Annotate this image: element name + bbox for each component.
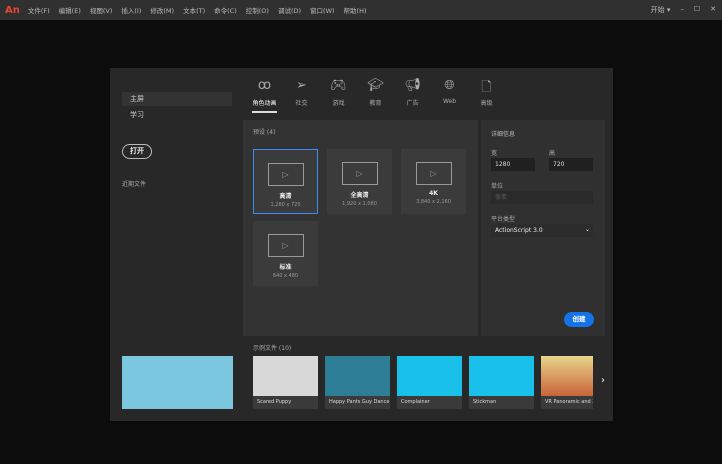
unit-label: 单位 bbox=[491, 183, 504, 190]
height-input[interactable]: 720 bbox=[549, 158, 593, 171]
details-title: 详细信息 bbox=[491, 131, 516, 138]
preset-name: 4K bbox=[429, 190, 438, 197]
presets-panel: 预设 (4) ▷ 高清 1,280 x 720 ▷ 全高清 1,920 x 1,080 … bbox=[243, 120, 478, 336]
menu-window[interactable]: 窗口(W) bbox=[310, 5, 335, 15]
character-icon: ꝏ bbox=[257, 78, 272, 93]
preset-size: 640 x 480 bbox=[272, 273, 299, 279]
graduation-cap-icon: 🎓︎ bbox=[367, 78, 384, 93]
workspace-switcher[interactable]: 开始 ▾ bbox=[651, 5, 671, 15]
tab-character-animation[interactable]: ꝏ 角色动画 bbox=[246, 78, 283, 113]
preset-size: 1,280 x 720 bbox=[270, 202, 301, 208]
close-button[interactable]: ✕ bbox=[710, 5, 716, 15]
height-label: 高 bbox=[549, 150, 556, 157]
create-button[interactable]: 创建 bbox=[564, 312, 594, 327]
menu-commands[interactable]: 命令(C) bbox=[214, 5, 237, 15]
presets-label: 预设 (4) bbox=[253, 129, 276, 136]
sample-item[interactable]: Stickman bbox=[469, 356, 534, 409]
sample-name: VR Panoramic and 360 bbox=[545, 399, 593, 405]
details-panel: 详细信息 宽 1280 高 720 单位 像素 平台类型 ActionScrip… bbox=[481, 120, 605, 336]
sample-thumbnail bbox=[469, 356, 534, 396]
sample-item[interactable]: Scared Puppy bbox=[253, 356, 318, 409]
sample-thumbnail bbox=[325, 356, 390, 396]
play-icon: ▷ bbox=[267, 163, 304, 186]
platform-select[interactable]: ActionScript 3.0 bbox=[491, 224, 593, 237]
tab-ads[interactable]: 📢︎ 广告 bbox=[394, 78, 431, 107]
tab-education[interactable]: 🎓︎ 教育 bbox=[357, 78, 394, 107]
menu-modify[interactable]: 修改(M) bbox=[150, 5, 174, 15]
tab-label: 社交 bbox=[295, 100, 308, 107]
sample-item[interactable]: Happy Pants Guy Dance bbox=[325, 356, 390, 409]
menu-debug[interactable]: 调试(D) bbox=[278, 5, 301, 15]
tab-label: Web bbox=[442, 98, 457, 105]
tab-social[interactable]: ➢ 社交 bbox=[283, 78, 320, 107]
preset-size: 3,840 x 2,160 bbox=[416, 199, 451, 205]
sample-name: Scared Puppy bbox=[257, 399, 292, 405]
document-icon: 🗋 bbox=[481, 80, 492, 95]
menu-edit[interactable]: 编辑(E) bbox=[59, 5, 81, 15]
play-icon: ▷ bbox=[341, 162, 378, 185]
preset-card[interactable]: ▷ 4K 3,840 x 2,160 bbox=[401, 149, 466, 214]
sample-thumbnail bbox=[541, 356, 593, 396]
tab-game[interactable]: 🎮︎ 游戏 bbox=[320, 78, 357, 107]
menu-control[interactable]: 控制(O) bbox=[246, 5, 269, 15]
sample-item[interactable]: VR Panoramic and 360 bbox=[541, 356, 593, 409]
sample-thumbnail bbox=[253, 356, 318, 396]
preset-card[interactable]: ▷ 高清 1,280 x 720 bbox=[253, 149, 318, 214]
sidebar: 主屏 学习 打开 近期文件 bbox=[110, 68, 240, 421]
width-label: 宽 bbox=[491, 150, 498, 157]
maximize-button[interactable]: ☐ bbox=[694, 5, 700, 15]
megaphone-icon: 📢︎ bbox=[404, 78, 421, 93]
preset-name: 高清 bbox=[279, 193, 292, 200]
menu-insert[interactable]: 插入(I) bbox=[121, 5, 141, 15]
menu-bar: An 文件(F) 编辑(E) 视图(V) 插入(I) 修改(M) 文本(T) 命… bbox=[0, 0, 722, 20]
preset-card[interactable]: ▷ 全高清 1,920 x 1,080 bbox=[327, 149, 392, 214]
menu-file[interactable]: 文件(F) bbox=[28, 5, 50, 15]
app-logo: An bbox=[5, 4, 20, 16]
minimize-button[interactable]: – bbox=[680, 5, 684, 15]
play-icon: ▷ bbox=[415, 162, 452, 185]
chevron-down-icon: ⌄ bbox=[585, 226, 591, 233]
globe-icon: 🌐︎ bbox=[444, 78, 455, 93]
open-button[interactable]: 打开 bbox=[122, 144, 152, 159]
preset-name: 标准 bbox=[279, 264, 292, 271]
learn-thumbnail[interactable] bbox=[122, 356, 233, 409]
recent-files-label: 近期文件 bbox=[122, 181, 147, 188]
tab-label: 角色动画 bbox=[252, 100, 277, 113]
tab-label: 游戏 bbox=[332, 100, 345, 107]
samples-label: 示例文件 (10) bbox=[253, 345, 292, 352]
tab-label: 高级 bbox=[480, 100, 493, 107]
category-tabs: ꝏ 角色动画 ➢ 社交 🎮︎ 游戏 🎓︎ 教育 📢︎ 广告 🌐︎ Web 🗋 高级 bbox=[246, 78, 505, 113]
preset-card[interactable]: ▷ 标准 640 x 480 bbox=[253, 221, 318, 286]
width-input[interactable]: 1280 bbox=[491, 158, 535, 171]
menu-view[interactable]: 视图(V) bbox=[90, 5, 113, 15]
sample-name: Complainer bbox=[401, 399, 430, 405]
sidebar-item-learn[interactable]: 学习 bbox=[122, 108, 232, 122]
sample-name: Happy Pants Guy Dance bbox=[329, 399, 390, 405]
gamepad-icon: 🎮︎ bbox=[330, 78, 347, 93]
tab-label: 广告 bbox=[406, 100, 419, 107]
preset-name: 全高清 bbox=[350, 192, 369, 199]
play-icon: ▷ bbox=[267, 234, 304, 257]
paper-plane-icon: ➢ bbox=[296, 78, 307, 93]
tab-advanced[interactable]: 🗋 高级 bbox=[468, 78, 505, 107]
sidebar-item-home[interactable]: 主屏 bbox=[122, 92, 232, 106]
start-dialog: 主屏 学习 打开 近期文件 ꝏ 角色动画 ➢ 社交 🎮︎ 游戏 🎓︎ 教育 📢︎ 广告 🌐… bbox=[110, 68, 613, 421]
unit-select: 像素 bbox=[491, 191, 593, 204]
sample-item[interactable]: Complainer bbox=[397, 356, 462, 409]
tab-label: 教育 bbox=[369, 100, 382, 107]
menu-text[interactable]: 文本(T) bbox=[183, 5, 205, 15]
preset-size: 1,920 x 1,080 bbox=[342, 201, 377, 207]
sample-name: Stickman bbox=[473, 399, 497, 405]
platform-label: 平台类型 bbox=[491, 216, 516, 223]
menu-help[interactable]: 帮助(H) bbox=[344, 5, 367, 15]
tab-web[interactable]: 🌐︎ Web bbox=[431, 78, 468, 107]
samples-list: Scared Puppy Happy Pants Guy Dance Compl… bbox=[253, 356, 593, 409]
sample-thumbnail bbox=[397, 356, 462, 396]
chevron-right-icon[interactable]: › bbox=[601, 375, 605, 386]
